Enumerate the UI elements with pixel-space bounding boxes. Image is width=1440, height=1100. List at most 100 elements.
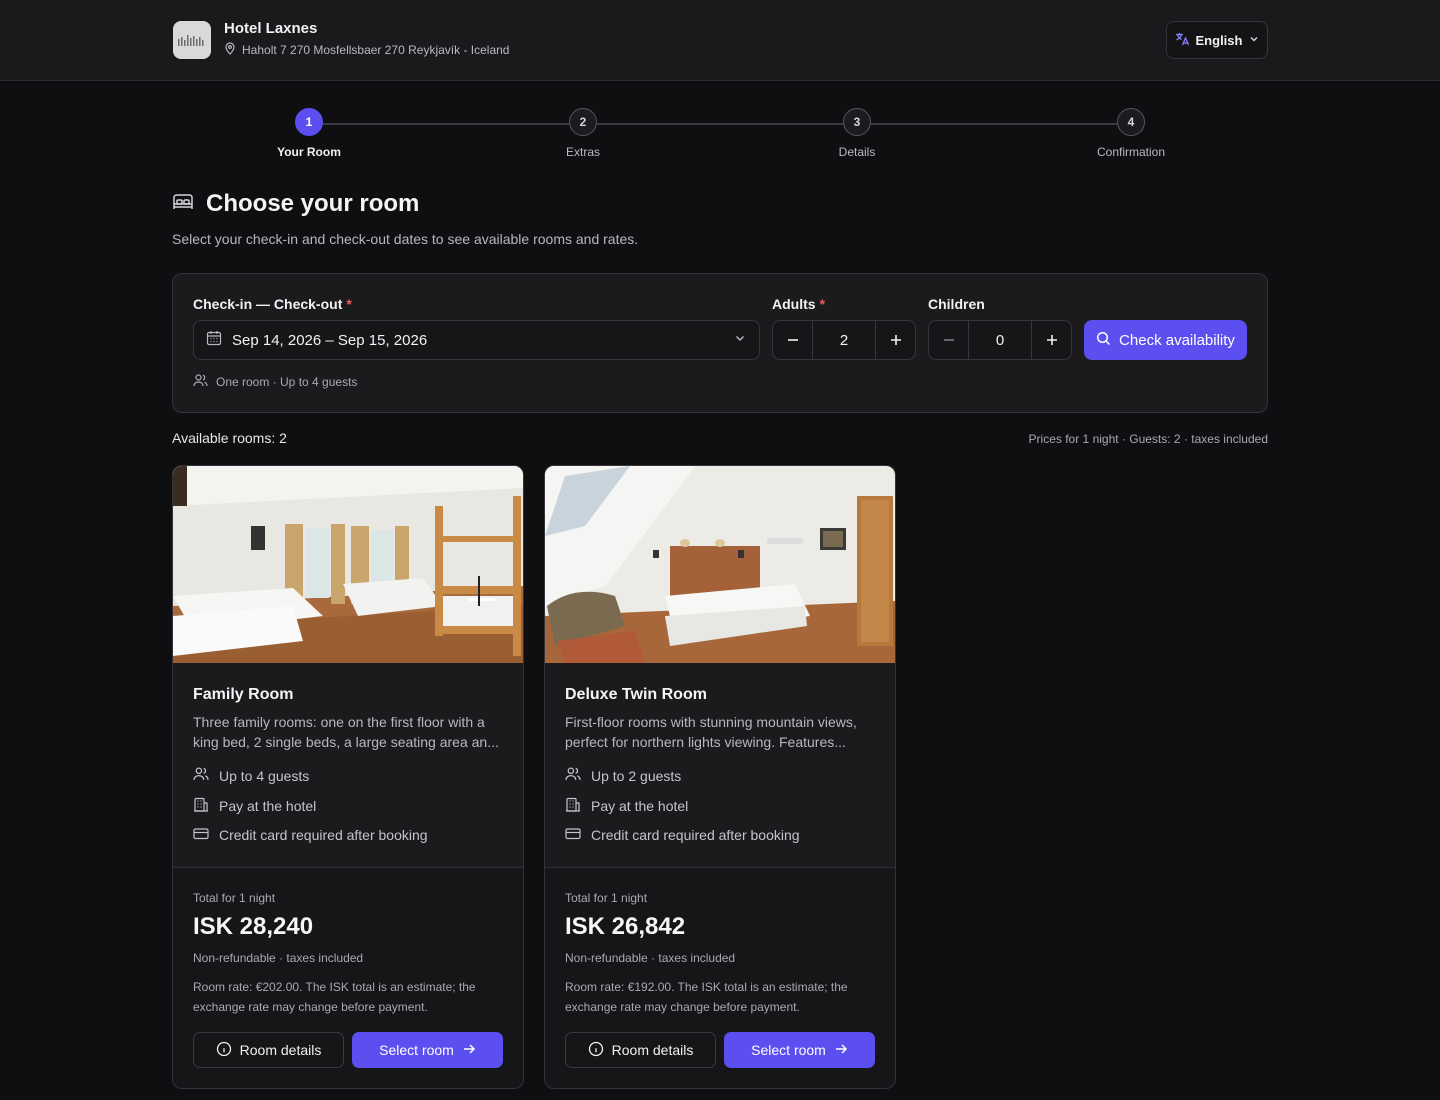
availability-search-panel: Check-in — Check-out * Sep 14, 2026 – Sep…: [172, 273, 1268, 413]
dates-label-text: Check-in — Check-out: [193, 296, 343, 312]
info-icon: [216, 1041, 232, 1060]
page-title-row: Choose your room: [172, 190, 419, 218]
users-icon: [565, 767, 581, 784]
room-feature: Credit card required after booking: [193, 827, 428, 843]
arrow-right-icon: [462, 1042, 476, 1059]
room-feature-text: Up to 2 guests: [591, 767, 682, 784]
bed-icon: [172, 193, 194, 216]
room-price: ISK 28,240: [193, 913, 314, 940]
room-feature: Up to 4 guests: [193, 767, 309, 784]
children-value[interactable]: 0: [968, 321, 1032, 359]
room-price: ISK 26,842: [565, 913, 686, 940]
room-feature-text: Up to 4 guests: [219, 767, 310, 784]
children-decrement-button[interactable]: [929, 321, 968, 359]
room-feature-text: Credit card required after booking: [219, 827, 428, 843]
available-rooms-count: Available rooms: 2: [172, 430, 287, 446]
step-number: 4: [1117, 108, 1145, 136]
rate-note: Room rate: €192.00. The ISK total is an …: [565, 980, 848, 1014]
top-bar: Hotel Laxnes Haholt 7 270 Mosfellsbaer 2…: [0, 0, 1440, 81]
translate-icon: [1174, 31, 1190, 50]
check-availability-label: Check availability: [1119, 331, 1235, 349]
date-range-picker[interactable]: Sep 14, 2026 – Sep 15, 2026: [193, 320, 760, 360]
calendar-icon: [206, 330, 222, 350]
select-room-button[interactable]: Select room: [352, 1032, 503, 1068]
step-label: Extras: [565, 145, 600, 159]
date-range-value: Sep 14, 2026 – Sep 15, 2026: [232, 331, 428, 349]
adults-stepper: 2: [772, 320, 916, 360]
step-label: Details: [838, 145, 876, 159]
select-room-label: Select room: [379, 1042, 454, 1058]
credit-card-icon: [565, 827, 581, 843]
room-feature: Up to 2 guests: [565, 767, 681, 784]
room-feature-text: Pay at the hotel: [219, 798, 317, 814]
page-title: Choose your room: [206, 190, 420, 217]
hotel-address: Haholt 7 270 Mosfellsbaer 270 Reykjavík …: [224, 42, 509, 58]
prices-note: Prices for 1 night · Guests: 2 · taxes i…: [1028, 432, 1268, 446]
room-feature-text: Credit card required after booking: [591, 827, 800, 843]
adults-label-text: Adults: [772, 296, 816, 312]
step-details[interactable]: 3 Details: [787, 108, 927, 159]
room-photo: [173, 466, 523, 663]
children-increment-button[interactable]: [1032, 321, 1071, 359]
children-label: Children: [928, 296, 985, 312]
room-card: Deluxe Twin Room First-floor rooms with …: [544, 465, 896, 1089]
select-room-button[interactable]: Select room: [724, 1032, 875, 1068]
minus-icon: [787, 339, 798, 341]
step-label: Your Room: [277, 145, 341, 159]
required-mark: *: [819, 296, 826, 312]
room-photo: [545, 466, 895, 663]
step-number: 3: [843, 108, 871, 136]
step-number: 1: [295, 108, 323, 136]
guests-hint-text: One room · Up to 4 guests: [216, 375, 358, 389]
language-selector[interactable]: English: [1166, 21, 1268, 59]
step-your-room[interactable]: 1 Your Room: [239, 108, 379, 159]
adults-decrement-button[interactable]: [773, 321, 812, 359]
check-availability-button[interactable]: Check availability: [1084, 320, 1247, 360]
room-feature: Pay at the hotel: [565, 797, 688, 815]
room-feature: Credit card required after booking: [565, 827, 800, 843]
info-icon: [588, 1041, 604, 1060]
building-icon: [565, 797, 581, 815]
adults-increment-button[interactable]: [876, 321, 915, 359]
users-icon: [193, 374, 208, 390]
minus-icon: [943, 339, 954, 341]
room-details-label: Room details: [611, 1042, 694, 1058]
adults-value[interactable]: 2: [812, 321, 876, 359]
room-details-label: Room details: [239, 1042, 322, 1058]
step-extras[interactable]: 2 Extras: [513, 108, 653, 159]
children-stepper: 0: [928, 320, 1072, 360]
room-name: Deluxe Twin Room: [565, 686, 707, 703]
room-details-button[interactable]: Room details: [565, 1032, 716, 1068]
room-feature: Pay at the hotel: [193, 797, 316, 815]
room-card: Family Room Three family rooms: one on t…: [172, 465, 524, 1089]
arrow-right-icon: [834, 1042, 848, 1059]
rate-note: Room rate: €202.00. The ISK total is an …: [193, 980, 476, 1014]
required-mark: *: [346, 296, 352, 312]
users-icon: [193, 767, 209, 784]
hotel-name: Hotel Laxnes: [224, 20, 318, 37]
plus-icon: [1046, 335, 1057, 345]
step-confirmation[interactable]: 4 Confirmation: [1061, 108, 1201, 159]
adults-label: Adults *: [772, 296, 825, 312]
booking-stepper: 1 Your Room 2 Extras 3 Details 4 Confirm…: [0, 108, 1440, 168]
room-details-button[interactable]: Room details: [193, 1032, 344, 1068]
building-icon: [193, 797, 209, 815]
room-description: Three family rooms: one on the first flo…: [193, 714, 499, 750]
hotel-address-text: Haholt 7 270 Mosfellsbaer 270 Reykjavík …: [242, 43, 510, 57]
page-subtitle: Select your check-in and check-out dates…: [172, 231, 639, 247]
guests-hint: One room · Up to 4 guests: [193, 374, 357, 390]
total-label: Total for 1 night: [565, 891, 648, 905]
step-number: 2: [569, 108, 597, 136]
room-description: First-floor rooms with stunning mountain…: [565, 714, 857, 750]
chevron-down-icon: [733, 331, 747, 349]
room-feature-text: Pay at the hotel: [591, 798, 689, 814]
plus-icon: [890, 335, 901, 345]
search-icon: [1096, 331, 1111, 350]
map-pin-icon: [224, 42, 236, 58]
step-label: Confirmation: [1096, 145, 1166, 159]
total-label: Total for 1 night: [193, 891, 276, 905]
room-name: Family Room: [193, 686, 294, 703]
price-note: Non-refundable · taxes included: [193, 951, 364, 965]
chevron-down-icon: [1248, 33, 1260, 48]
language-label: English: [1195, 32, 1243, 48]
